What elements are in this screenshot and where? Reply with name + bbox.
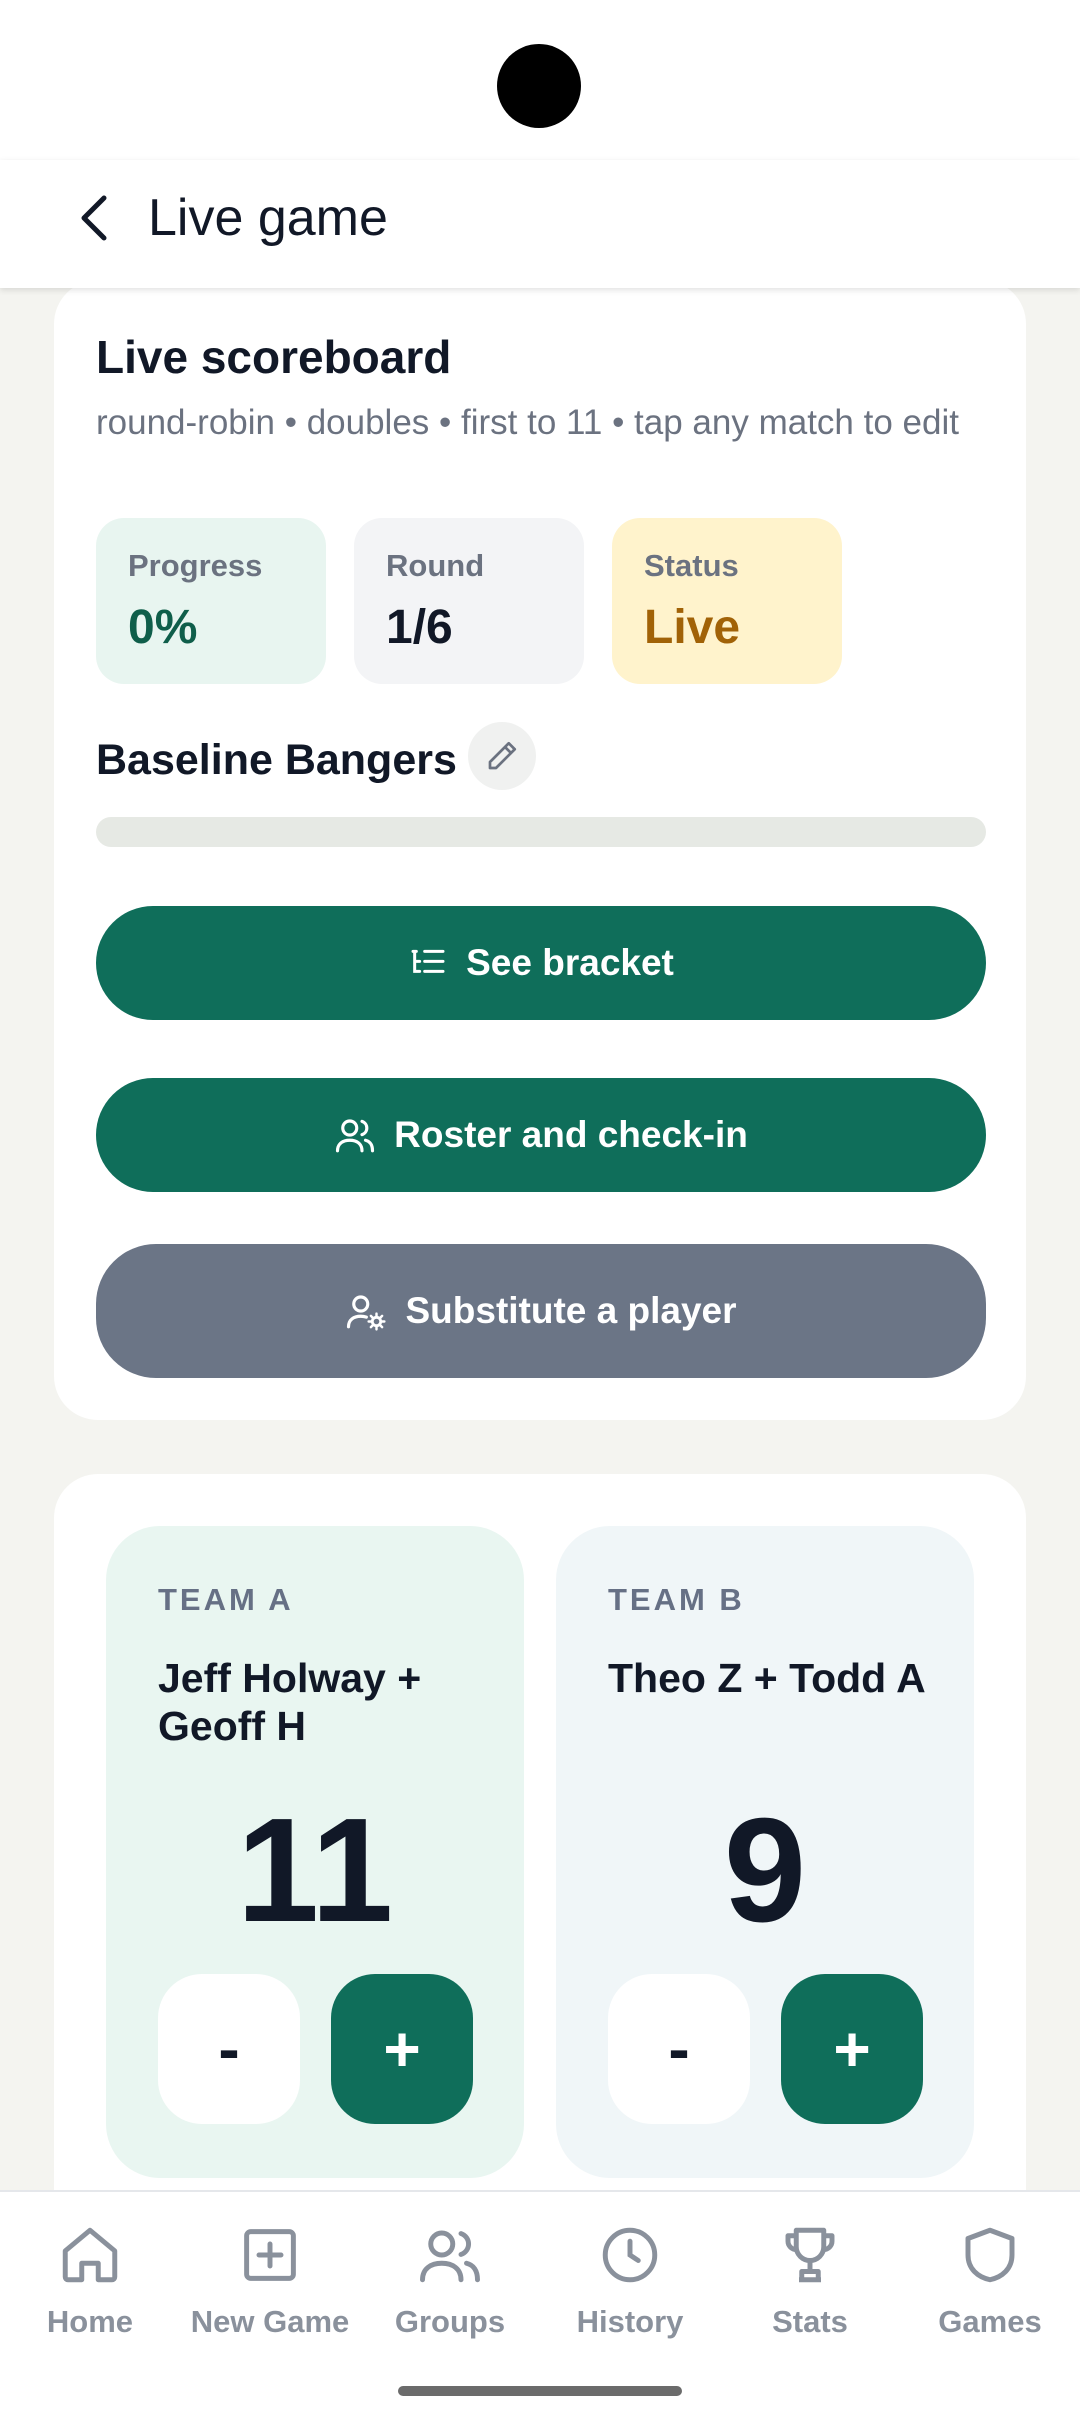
nav-games-label: Games (938, 2304, 1042, 2339)
bracket-list-icon (411, 949, 445, 973)
scoreboard-subtitle: round-robin • doubles • first to 11 • ta… (96, 403, 959, 442)
stat-round-value: 1/6 (386, 601, 453, 654)
team-a-players: Jeff Holway + Geoff H (158, 1655, 422, 1749)
back-button[interactable] (62, 186, 126, 250)
clock-icon (602, 2227, 658, 2283)
team-b-plus-button[interactable]: + (781, 1974, 923, 2124)
stat-round: Round 1/6 (354, 518, 584, 684)
team-a-label: TEAM A (158, 1582, 294, 1617)
app-header: Live game (0, 160, 1080, 288)
plus-square-icon (244, 2229, 296, 2281)
stat-progress-value: 0% (128, 601, 198, 654)
nav-home-label: Home (46, 2304, 134, 2339)
pencil-icon (488, 741, 517, 770)
stat-progress-label: Progress (128, 548, 263, 583)
stat-progress: Progress 0% (96, 518, 326, 684)
nav-games[interactable]: Games (900, 2222, 1080, 2352)
page-title: Live game (148, 189, 388, 247)
team-b-score: 9 (723, 1788, 807, 1953)
team-b-minus-button[interactable]: - (608, 1974, 750, 2124)
roster-checkin-label: Roster and check-in (394, 1114, 748, 1155)
substitute-player-label: Substitute a player (405, 1290, 737, 1331)
status-bar (0, 0, 1080, 160)
stat-status-label: Status (644, 548, 739, 583)
team-a-panel[interactable]: TEAM A Jeff Holway + Geoff H 11 - + (106, 1526, 524, 2178)
live-scoreboard-card: Live scoreboard round-robin • doubles • … (54, 280, 1026, 1420)
stat-round-label: Round (386, 548, 485, 583)
nav-new-game-label: New Game (190, 2304, 350, 2339)
team-a-plus-button[interactable]: + (331, 1974, 473, 2124)
team-b-players: Theo Z + Todd A (608, 1655, 926, 1701)
trophy-icon (785, 2227, 835, 2283)
team-a-score: 11 (236, 1788, 394, 1953)
shield-icon (965, 2227, 1015, 2283)
nav-stats-label: Stats (772, 2304, 848, 2339)
users-icon (336, 1119, 375, 1153)
users-icon (420, 2230, 480, 2283)
nav-new-game[interactable]: New Game (180, 2222, 360, 2352)
stat-status: Status Live (612, 518, 842, 684)
stat-status-value: Live (644, 601, 741, 654)
user-cog-icon (347, 1295, 387, 1331)
chevron-left-icon (81, 195, 107, 241)
nav-groups[interactable]: Groups (360, 2222, 540, 2352)
nav-stats[interactable]: Stats (720, 2222, 900, 2352)
nav-history[interactable]: History (540, 2222, 720, 2352)
see-bracket-button[interactable]: See bracket (96, 906, 986, 1020)
roster-checkin-button[interactable]: Roster and check-in (96, 1078, 986, 1192)
team-b-label: TEAM B (608, 1582, 745, 1617)
substitute-player-button[interactable]: Substitute a player (96, 1244, 986, 1378)
nav-groups-label: Groups (394, 2304, 506, 2339)
team-a-minus-button[interactable]: - (158, 1974, 300, 2124)
home-icon (62, 2227, 118, 2283)
nav-history-label: History (576, 2304, 684, 2339)
nav-home[interactable]: Home (0, 2222, 180, 2352)
team-b-panel[interactable]: TEAM B Theo Z + Todd A 9 - + (556, 1526, 974, 2178)
edit-group-button[interactable] (468, 722, 536, 790)
group-name: Baseline Bangers (96, 736, 457, 784)
scoreboard-title: Live scoreboard (96, 331, 452, 383)
camera-cutout (497, 44, 581, 128)
home-indicator[interactable] (398, 2386, 682, 2396)
progress-bar (96, 817, 986, 847)
see-bracket-label: See bracket (466, 942, 674, 983)
